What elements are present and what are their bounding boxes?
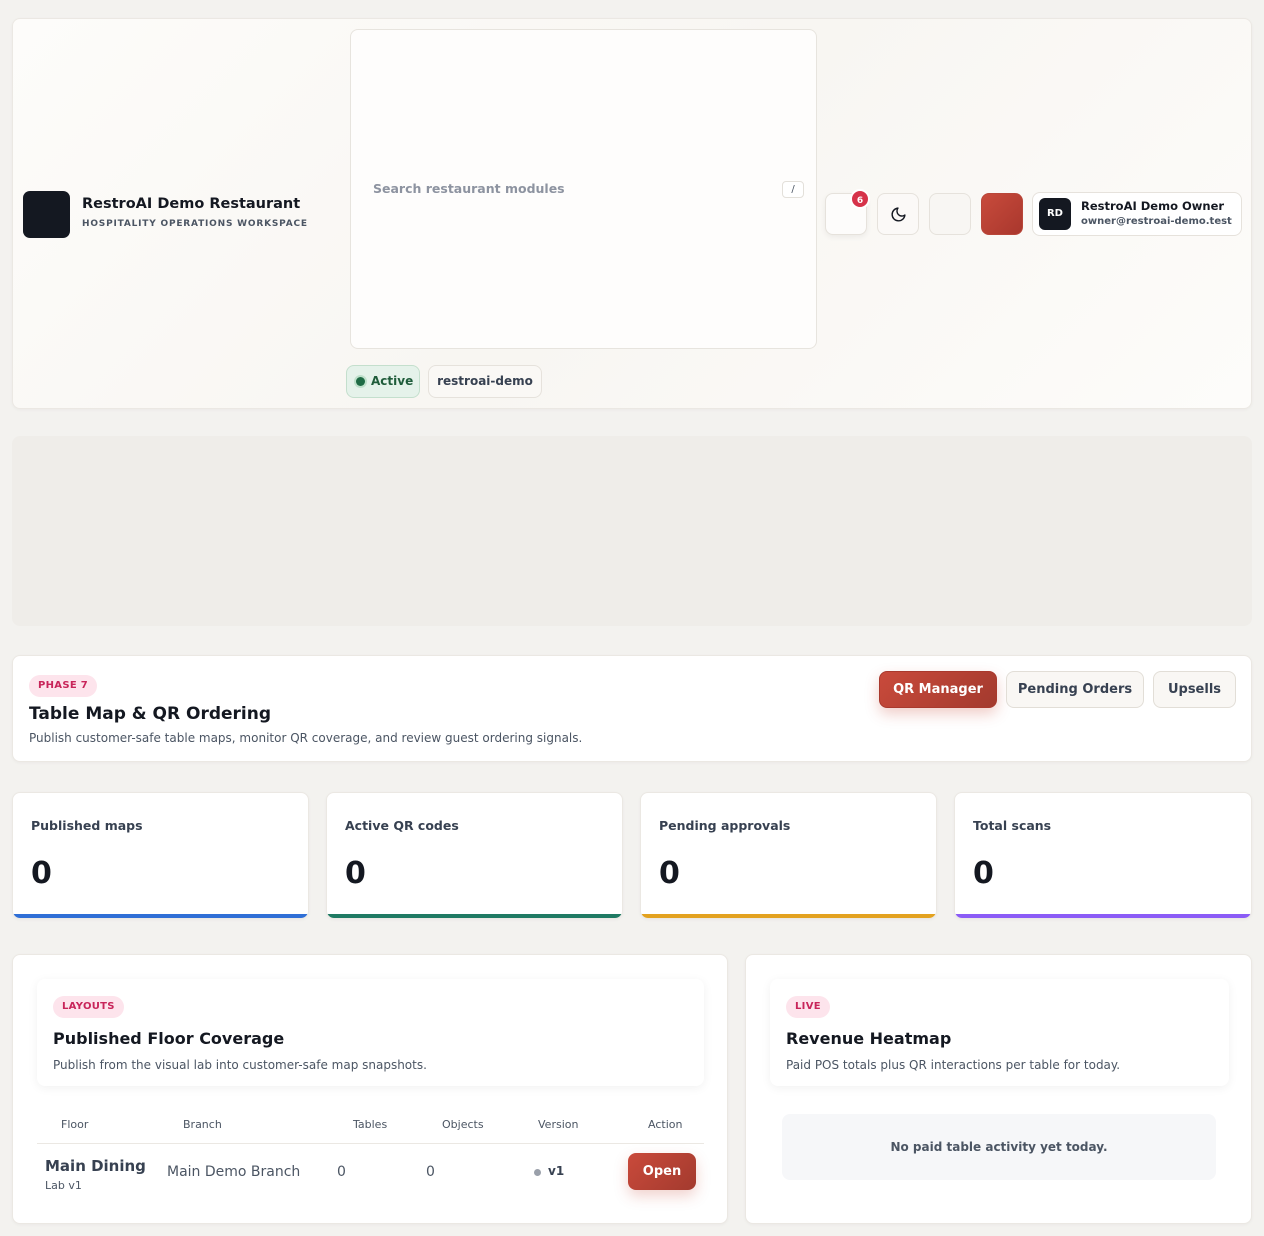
workspace-slug-chip[interactable]: restroai-demo [428, 365, 542, 398]
user-name: RestroAI Demo Owner [1081, 199, 1225, 213]
search-input[interactable]: Search restaurant modules / [350, 29, 817, 349]
stat-card-total-scans: Total scans 0 [954, 792, 1252, 919]
restaurant-name: RestroAI Demo Restaurant [82, 196, 301, 212]
qr-manager-button[interactable]: QR Manager [879, 671, 997, 708]
stat-accent-bar [641, 914, 936, 918]
tables-count: 0 [337, 1164, 346, 1180]
page-description: Publish customer-safe table maps, monito… [29, 731, 583, 745]
theme-toggle-button[interactable] [877, 193, 919, 235]
branch-name: Main Demo Branch [167, 1164, 301, 1180]
restaurant-logo[interactable] [23, 191, 70, 238]
page-hero: PHASE 7 Table Map & QR Ordering Publish … [12, 655, 1252, 762]
stat-value: 0 [31, 856, 52, 891]
version-label: v1 [548, 1164, 565, 1178]
stat-value: 0 [973, 856, 994, 891]
objects-count: 0 [426, 1164, 435, 1180]
accent-color-button[interactable] [981, 193, 1023, 235]
workspace-header: RestroAI Demo Restaurant HOSPITALITY OPE… [12, 18, 1252, 409]
settings-button[interactable] [929, 193, 971, 235]
avatar: RD [1039, 198, 1071, 230]
section-title: Revenue Heatmap [786, 1029, 952, 1048]
column-header-floor: Floor [61, 1118, 89, 1131]
stat-label: Published maps [31, 818, 143, 833]
user-menu[interactable]: RD RestroAI Demo Owner owner@restroai-de… [1032, 192, 1242, 236]
column-header-tables: Tables [353, 1118, 388, 1131]
page-title: Table Map & QR Ordering [29, 704, 272, 724]
open-floor-button[interactable]: Open [628, 1153, 696, 1190]
status-dot-icon [356, 377, 365, 386]
layouts-badge: LAYOUTS [53, 996, 124, 1018]
stat-card-active-qr-codes: Active QR codes 0 [326, 792, 623, 919]
section-description: Publish from the visual lab into custome… [53, 1058, 427, 1072]
stat-value: 0 [345, 856, 366, 891]
stat-label: Active QR codes [345, 818, 459, 833]
stat-accent-bar [13, 914, 308, 918]
empty-state-message: No paid table activity yet today. [782, 1114, 1216, 1180]
section-title: Published Floor Coverage [53, 1029, 285, 1048]
stat-label: Total scans [973, 818, 1052, 833]
table-divider [37, 1143, 704, 1144]
heatmap-header: LIVE Revenue Heatmap Paid POS totals plu… [770, 979, 1229, 1086]
stat-value: 0 [659, 856, 680, 891]
revenue-heatmap-panel: LIVE Revenue Heatmap Paid POS totals plu… [745, 954, 1252, 1224]
search-placeholder: Search restaurant modules [373, 181, 565, 196]
stat-card-pending-approvals: Pending approvals 0 [640, 792, 937, 919]
content-placeholder [12, 436, 1252, 626]
status-label: Active [371, 374, 414, 388]
section-description: Paid POS totals plus QR interactions per… [786, 1058, 1121, 1072]
search-shortcut-key: / [782, 181, 804, 198]
version-dot-icon [534, 1169, 541, 1176]
live-badge: LIVE [786, 996, 830, 1018]
floor-coverage-panel: LAYOUTS Published Floor Coverage Publish… [12, 954, 728, 1224]
floor-coverage-header: LAYOUTS Published Floor Coverage Publish… [37, 979, 704, 1086]
column-header-action: Action [648, 1118, 683, 1131]
status-badge: Active [346, 365, 420, 398]
notification-count-badge: 6 [850, 189, 870, 209]
floor-lab-version: Lab v1 [45, 1179, 82, 1192]
stat-card-published-maps: Published maps 0 [12, 792, 309, 919]
column-header-objects: Objects [442, 1118, 484, 1131]
floor-name: Main Dining [45, 1157, 146, 1175]
user-email: owner@restroai-demo.test [1081, 216, 1232, 227]
stat-label: Pending approvals [659, 818, 791, 833]
pending-orders-button[interactable]: Pending Orders [1006, 671, 1144, 708]
upsells-button[interactable]: Upsells [1153, 671, 1236, 708]
moon-icon [891, 207, 906, 222]
column-header-version: Version [538, 1118, 579, 1131]
workspace-subtitle: HOSPITALITY OPERATIONS WORKSPACE [82, 219, 308, 229]
stat-accent-bar [955, 914, 1251, 918]
phase-badge: PHASE 7 [29, 675, 98, 697]
column-header-branch: Branch [183, 1118, 222, 1131]
stat-accent-bar [327, 914, 622, 918]
